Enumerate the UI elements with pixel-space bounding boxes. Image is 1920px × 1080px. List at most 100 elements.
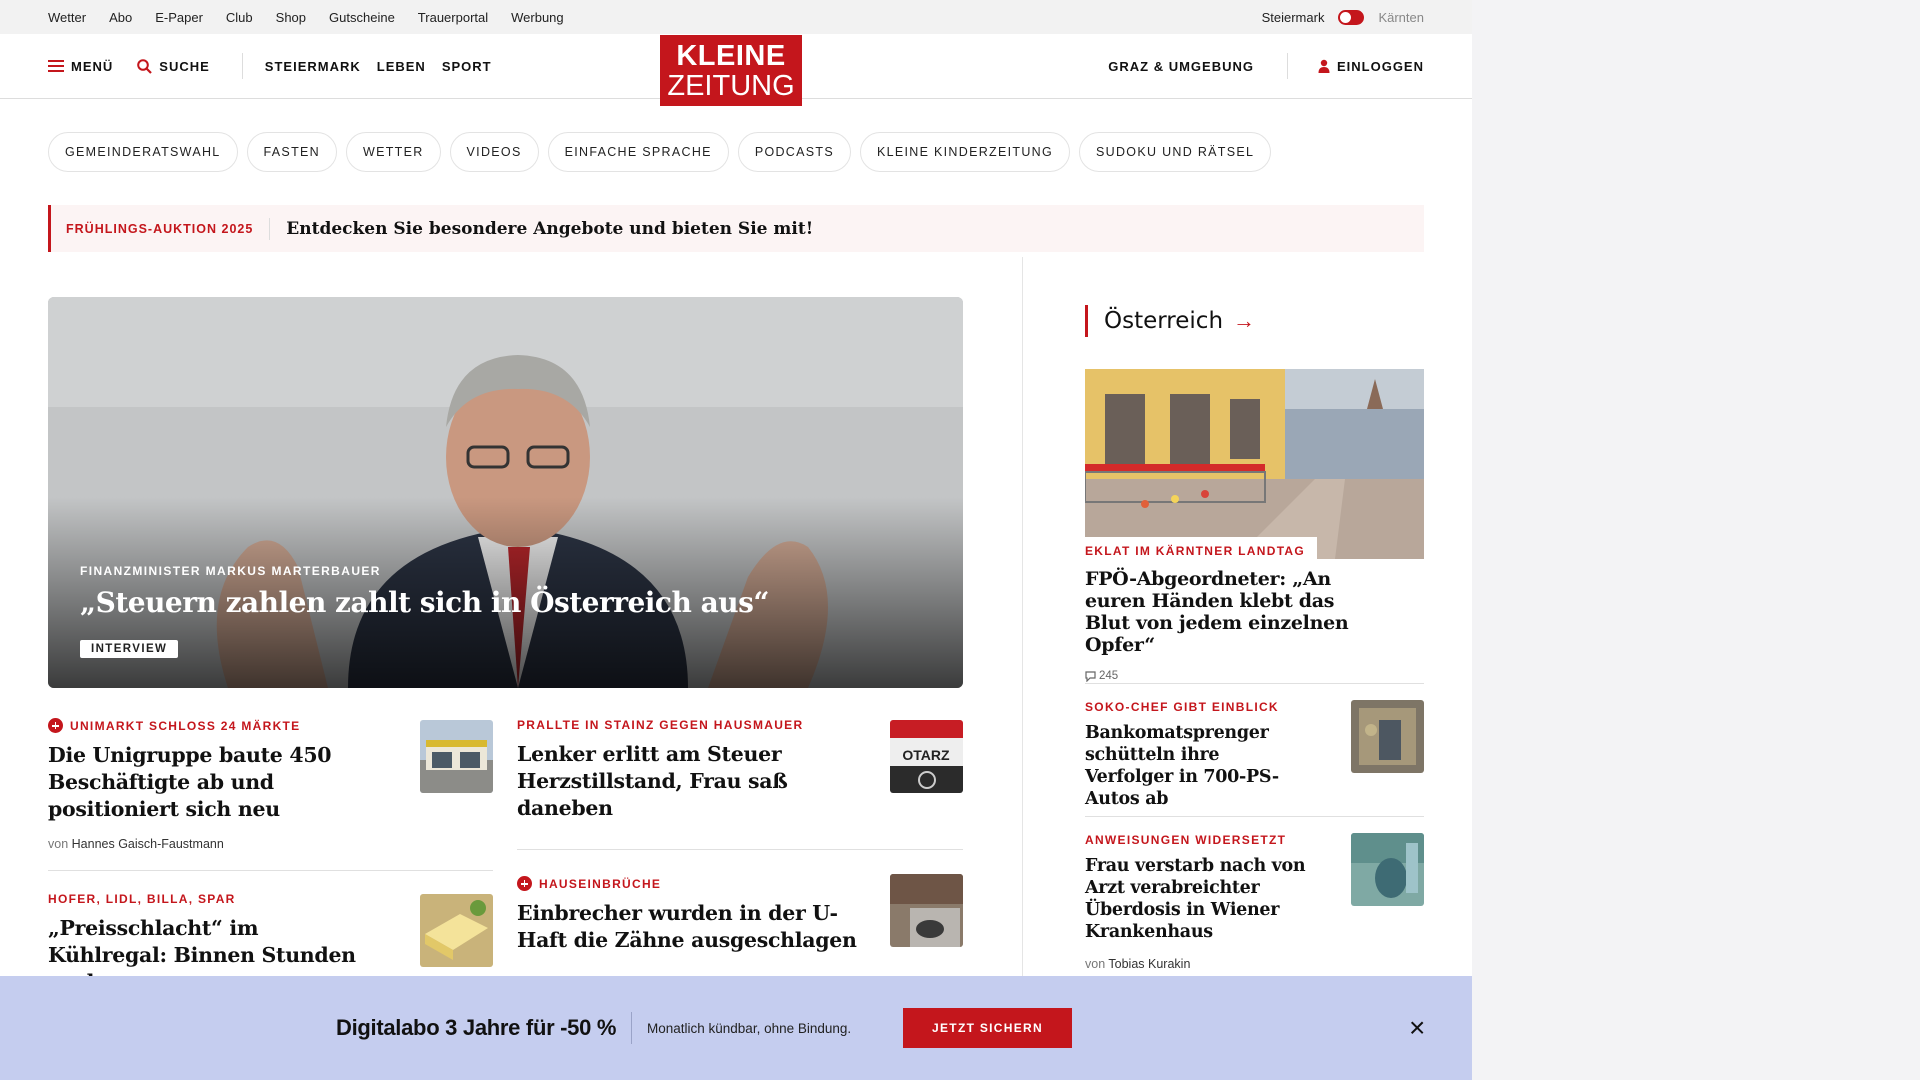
utility-bar: Wetter Abo E-Paper Club Shop Gutscheine …	[0, 0, 1472, 34]
article-kicker-text: UNIMARKT SCHLOSS 24 MÄRKTE	[70, 718, 301, 733]
nav-leben[interactable]: LEBEN	[377, 59, 426, 74]
sidebar-article-soko[interactable]: SOKO-CHEF GIBT EINBLICK Bankomatsprenger…	[1085, 700, 1305, 810]
section-title: Österreich	[1104, 308, 1224, 334]
nav-sport[interactable]: SPORT	[442, 59, 492, 74]
promo-bar[interactable]: FRÜHLINGS-AUKTION 2025 Entdecken Sie bes…	[48, 205, 1424, 252]
article-kicker-text: HOFER, LIDL, BILLA, SPAR	[48, 892, 236, 906]
byline-author[interactable]: Tobias Kurakin	[1108, 957, 1190, 971]
featured-article[interactable]: FPÖ-Abgeordneter: „An euren Händen klebt…	[1085, 568, 1355, 682]
article-lenker[interactable]: PRALLTE IN STAINZ GEGEN HAUSMAUER Lenker…	[517, 718, 862, 822]
subscription-banner: Digitalabo 3 Jahre für -50 % Monatlich k…	[0, 976, 1472, 1080]
article-kicker-text: ANWEISUNGEN WIDERSETZT	[1085, 833, 1287, 847]
hero-kicker: FINANZMINISTER MARKUS MARTERBAUER	[80, 564, 381, 578]
header-divider-right	[1286, 53, 1288, 79]
divider	[1085, 683, 1424, 684]
butter-image	[420, 894, 493, 967]
region-toggle[interactable]	[1338, 9, 1365, 25]
menu-button[interactable]: MENÜ	[48, 59, 113, 74]
tag-einfache-sprache[interactable]: EINFACHE SPRACHE	[547, 132, 729, 172]
comments-number: 245	[1099, 670, 1119, 682]
divider	[48, 870, 493, 871]
utility-link-wetter[interactable]: Wetter	[48, 10, 86, 25]
region-switcher: Steiermark Kärnten	[1262, 9, 1424, 25]
region-steiermark[interactable]: Steiermark	[1262, 10, 1325, 25]
utility-links: Wetter Abo E-Paper Club Shop Gutscheine …	[48, 10, 564, 25]
user-icon	[1318, 59, 1330, 73]
page: Wetter Abo E-Paper Club Shop Gutscheine …	[0, 0, 1472, 1080]
hospital-image	[1351, 833, 1424, 906]
article-headline: Bankomatsprenger schütteln ihre Verfolge…	[1085, 723, 1279, 809]
featured-headline: FPÖ-Abgeordneter: „An euren Händen klebt…	[1085, 568, 1349, 656]
nav-steiermark[interactable]: STEIERMARK	[265, 59, 361, 74]
article-kicker: PRALLTE IN STAINZ GEGEN HAUSMAUER	[517, 718, 862, 732]
divider	[1085, 816, 1424, 817]
featured-image[interactable]	[1085, 369, 1424, 559]
article-thumbnail-unimarkt[interactable]	[420, 720, 493, 793]
article-kicker: ANWEISUNGEN WIDERSETZT	[1085, 833, 1330, 847]
tag-videos[interactable]: VIDEOS	[449, 132, 539, 172]
subscribe-button[interactable]: JETZT SICHERN	[903, 1008, 1072, 1048]
search-button[interactable]: SUCHE	[137, 59, 210, 74]
logo-line2: ZEITUNG	[667, 70, 795, 102]
premium-plus-icon	[48, 718, 63, 733]
tag-podcasts[interactable]: PODCASTS	[737, 132, 851, 172]
tag-sudoku[interactable]: SUDOKU UND RÄTSEL	[1079, 132, 1272, 172]
article-thumbnail-lenker[interactable]: OTARZ	[890, 720, 963, 793]
featured-kicker: EKLAT IM KÄRNTNER LANDTAG	[1085, 537, 1318, 562]
region-kaernten[interactable]: Kärnten	[1378, 10, 1424, 25]
comments-count[interactable]: 245	[1085, 670, 1355, 682]
tag-fasten[interactable]: FASTEN	[246, 132, 337, 172]
utility-link-epaper[interactable]: E-Paper	[155, 10, 203, 25]
thumbnail-krankenhaus[interactable]	[1351, 833, 1424, 906]
store-image	[420, 720, 493, 793]
atm-image	[1351, 700, 1424, 773]
promo-label: FRÜHLINGS-AUKTION 2025	[66, 221, 254, 236]
search-label: SUCHE	[159, 58, 210, 74]
header-left: MENÜ SUCHE STEIERMARK LEBEN SPORT	[48, 53, 492, 79]
logo-line1: KLEINE	[676, 40, 786, 72]
utility-link-gutscheine[interactable]: Gutscheine	[329, 10, 395, 25]
article-thumbnail-butter[interactable]	[420, 894, 493, 967]
ambulance-text: OTARZ	[902, 747, 950, 763]
login-button[interactable]: EINLOGGEN	[1318, 59, 1424, 74]
ambulance-image: OTARZ	[890, 720, 963, 793]
section-oesterreich[interactable]: Österreich →	[1085, 305, 1255, 337]
promo-text: Entdecken Sie besondere Angebote und bie…	[286, 218, 814, 239]
hero-article[interactable]: FINANZMINISTER MARKUS MARTERBAUER „Steue…	[48, 297, 963, 688]
article-kicker-text: HAUSEINBRÜCHE	[539, 876, 662, 891]
article-kicker-text: SOKO-CHEF GIBT EINBLICK	[1085, 700, 1279, 714]
close-icon[interactable]: ×	[1409, 1014, 1425, 1042]
logo[interactable]: KLEINE ZEITUNG	[660, 35, 802, 106]
article-einbrecher[interactable]: HAUSEINBRÜCHE Einbrecher wurden in der U…	[517, 876, 862, 954]
topic-tags: GEMEINDERATSWAHL FASTEN WETTER VIDEOS EI…	[0, 99, 1472, 172]
hero-title: „Steuern zahlen zahlt sich in Österreich…	[80, 586, 769, 619]
search-icon	[137, 58, 153, 74]
memorial-street-image	[1085, 369, 1424, 559]
tag-gemeinderatswahl[interactable]: GEMEINDERATSWAHL	[48, 132, 238, 172]
utility-link-club[interactable]: Club	[226, 10, 253, 25]
utility-link-shop[interactable]: Shop	[276, 10, 306, 25]
column-divider	[1022, 257, 1023, 1080]
region-link[interactable]: GRAZ & UMGEBUNG	[1108, 59, 1254, 74]
article-kicker: UNIMARKT SCHLOSS 24 MÄRKTE	[48, 718, 368, 733]
hero-text: FINANZMINISTER MARKUS MARTERBAUER „Steue…	[80, 564, 769, 658]
article-thumbnail-einbrecher[interactable]	[890, 874, 963, 947]
banner-title: Digitalabo 3 Jahre für -50 %	[336, 1015, 617, 1040]
header-nav: STEIERMARK LEBEN SPORT	[265, 59, 492, 74]
hero-badge: INTERVIEW	[80, 640, 179, 658]
arrow-right-icon: →	[1233, 308, 1256, 333]
main-header: MENÜ SUCHE STEIERMARK LEBEN SPORT KLEINE…	[0, 34, 1472, 106]
tag-kinderzeitung[interactable]: KLEINE KINDERZEITUNG	[859, 132, 1071, 172]
utility-link-trauerportal[interactable]: Trauerportal	[418, 10, 488, 25]
byline-author[interactable]: Hannes Gaisch-Faustmann	[72, 837, 224, 851]
article-headline: Lenker erlitt am Steuer Herzstillstand, …	[517, 742, 788, 820]
article-unimarkt[interactable]: UNIMARKT SCHLOSS 24 MÄRKTE Die Unigruppe…	[48, 718, 368, 851]
utility-link-abo[interactable]: Abo	[109, 10, 132, 25]
banner-subtitle: Monatlich kündbar, ohne Bindung.	[647, 1020, 852, 1036]
thumbnail-bankomat[interactable]	[1351, 700, 1424, 773]
tag-wetter[interactable]: WETTER	[345, 132, 441, 172]
utility-link-werbung[interactable]: Werbung	[511, 10, 564, 25]
article-headline: Frau verstarb nach von Arzt verabreichte…	[1085, 856, 1306, 942]
article-byline: von Hannes Gaisch-Faustmann	[48, 837, 368, 851]
sidebar-article-ueberdosis[interactable]: ANWEISUNGEN WIDERSETZT Frau verstarb nac…	[1085, 833, 1330, 971]
